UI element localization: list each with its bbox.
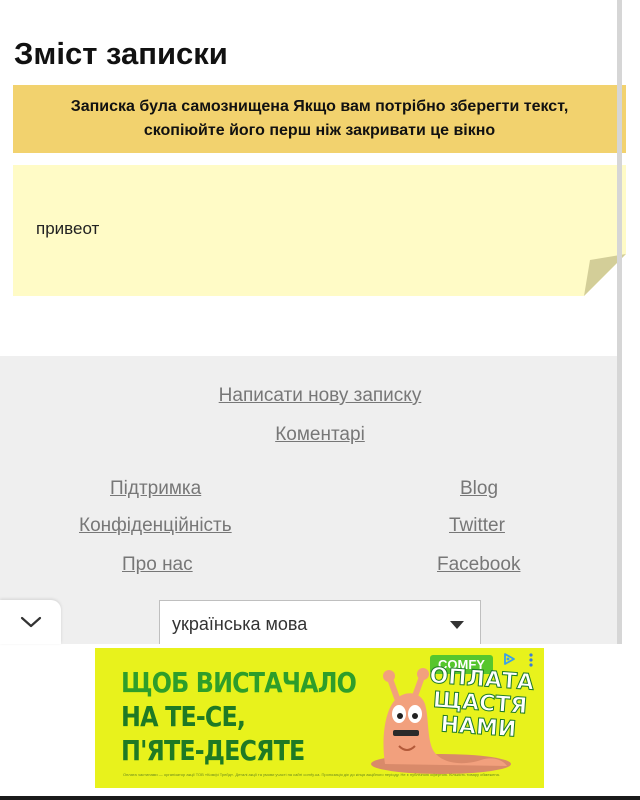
- twitter-link[interactable]: Twitter: [449, 515, 505, 537]
- ad-headline: ЩОБ ВИСТАЧАЛО НА ТЕ-СЕ, П'ЯТЕ-ДЕСЯТЕ: [121, 666, 357, 768]
- comments-link[interactable]: Коментарі: [0, 424, 640, 446]
- adchoices-icon[interactable]: [502, 652, 516, 666]
- privacy-link[interactable]: Конфіденційність: [79, 515, 232, 537]
- ad-slogan: ОПЛАТА ЩАСТЯ НАМИ: [423, 663, 538, 743]
- language-select[interactable]: українська мова: [159, 600, 481, 648]
- ad-headline-line-3: П'ЯТЕ-ДЕСЯТЕ: [121, 734, 305, 767]
- language-select-value: українська мова: [172, 613, 308, 634]
- notice-line-2: скопіюйте його перш ніж закривати це вік…: [143, 122, 496, 139]
- about-link[interactable]: Про нас: [122, 554, 193, 576]
- ad-fineprint: Оплата частинами — організатор акції ТОВ…: [123, 772, 500, 777]
- bottom-edge: [0, 796, 640, 800]
- new-note-link[interactable]: Написати нову записку: [0, 385, 640, 407]
- more-vertical-icon[interactable]: [526, 652, 536, 668]
- ad-collapse-button[interactable]: [0, 600, 61, 644]
- ad-banner[interactable]: ЩОБ ВИСТАЧАЛО НА ТЕ-СЕ, П'ЯТЕ-ДЕСЯТЕ COM…: [95, 648, 544, 788]
- page-title: Зміст записки: [14, 36, 228, 71]
- self-destruct-notice: Записка була самознищена Якщо вам потріб…: [13, 85, 626, 153]
- facebook-link[interactable]: Facebook: [437, 554, 520, 576]
- ad-headline-line-2: НА ТЕ-СЕ,: [121, 700, 246, 733]
- ad-headline-line-1: ЩОБ ВИСТАЧАЛО: [121, 666, 357, 699]
- dropdown-arrow-icon: [450, 621, 464, 629]
- note-content-text[interactable]: привеот: [36, 219, 99, 239]
- chevron-down-icon: [20, 616, 41, 628]
- notice-line-1: Записка була самознищена Якщо вам потріб…: [70, 98, 569, 115]
- note-content-box: привеот: [13, 165, 626, 296]
- support-link[interactable]: Підтримка: [110, 478, 201, 500]
- blog-link[interactable]: Blog: [460, 478, 498, 500]
